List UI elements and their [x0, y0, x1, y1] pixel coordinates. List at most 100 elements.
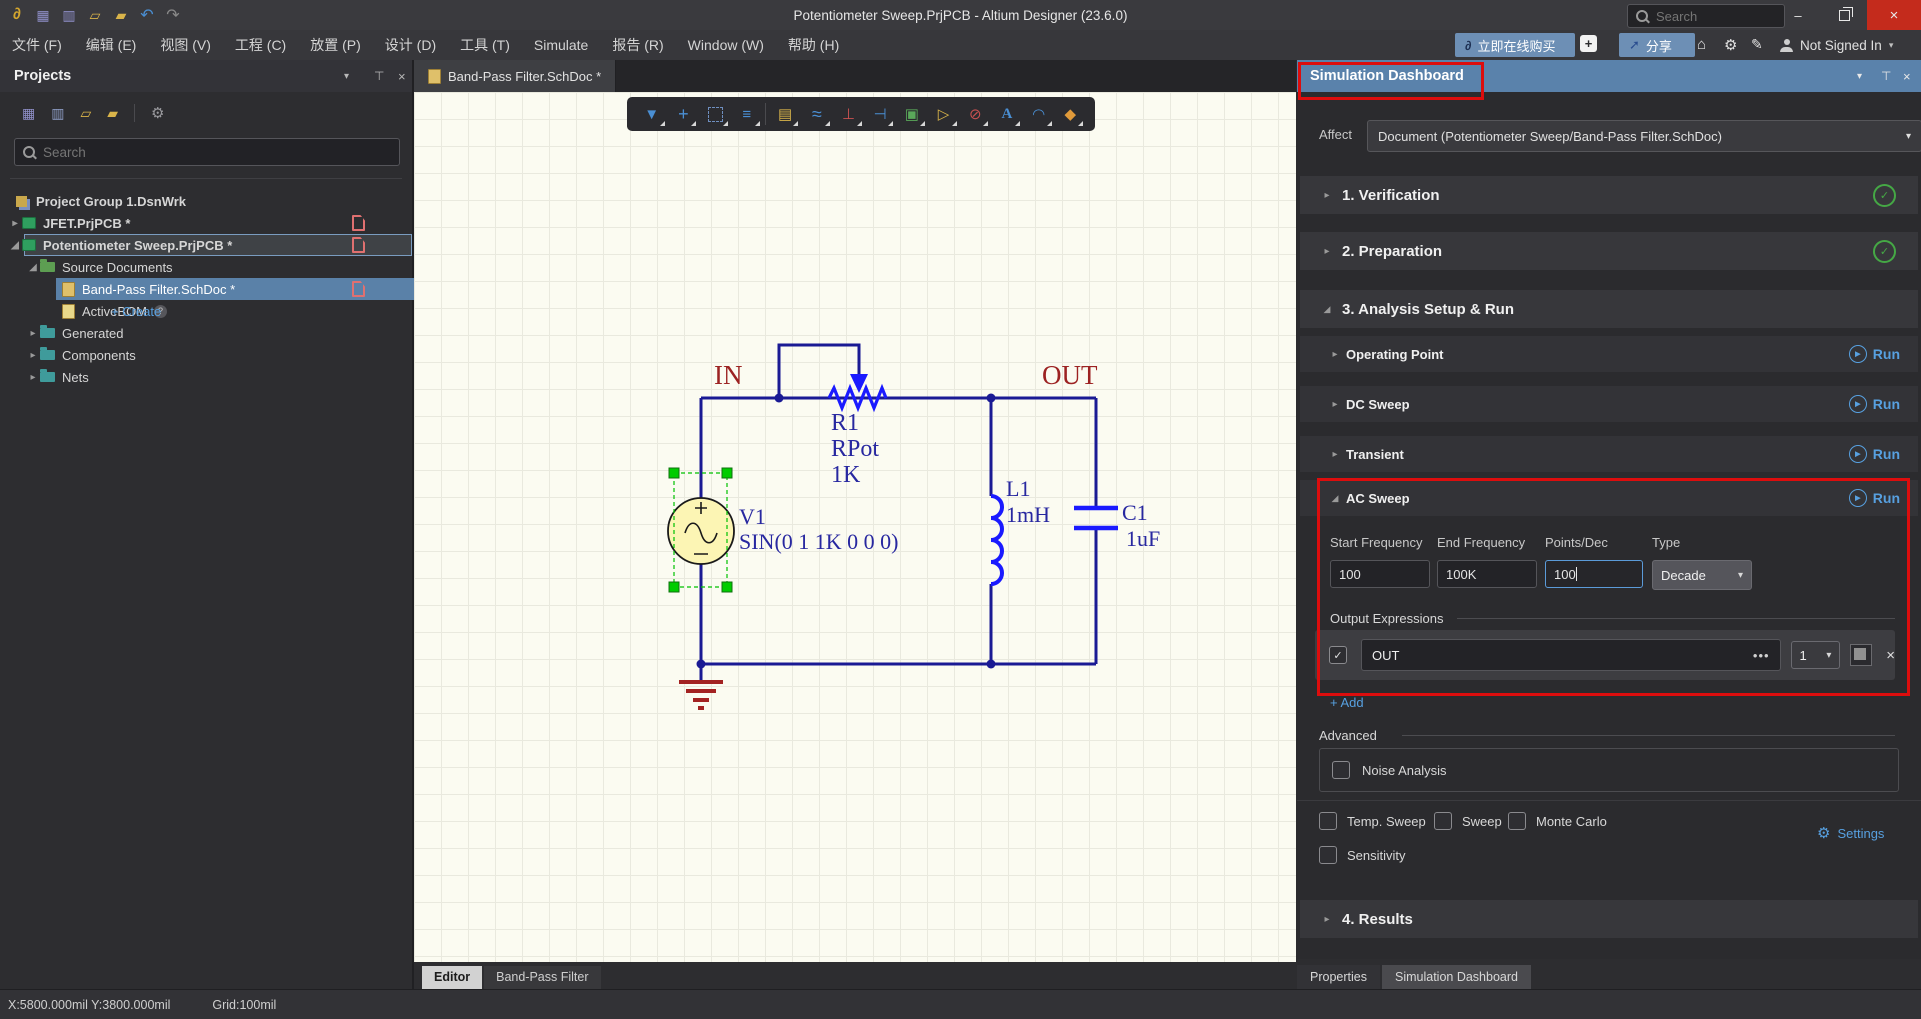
collapse-arrow-icon[interactable]: ◢ — [8, 240, 22, 251]
v1-designator[interactable]: V1 — [739, 504, 766, 530]
tab-properties[interactable]: Properties — [1297, 965, 1380, 989]
explore-folder-icon[interactable]: ▱ — [80, 105, 91, 122]
tree-item-jfet-project[interactable]: ▸ JFET.PrjPCB * — [0, 212, 418, 234]
settings-button[interactable]: ⚙ Settings — [1817, 824, 1884, 842]
run-dc-sweep-button[interactable]: ▶ Run — [1849, 395, 1900, 413]
run-transient-button[interactable]: ▶ Run — [1849, 445, 1900, 463]
end-frequency-input[interactable] — [1437, 560, 1537, 588]
menu-file[interactable]: 文件 (F) — [0, 30, 74, 60]
affect-dropdown[interactable]: Document (Potentiometer Sweep/Band-Pass … — [1367, 120, 1921, 152]
v1-value[interactable]: SIN(0 1 1K 0 0 0) — [739, 529, 899, 555]
tree-item-source-documents[interactable]: ◢ Source Documents — [0, 256, 436, 278]
net-label-out[interactable]: OUT — [1042, 360, 1098, 391]
global-search-input[interactable] — [1654, 8, 1758, 25]
r1-value[interactable]: 1K — [831, 462, 860, 489]
tree-item-nets[interactable]: ▸ Nets — [0, 366, 436, 388]
section-analysis-setup[interactable]: ◢ 3. Analysis Setup & Run — [1300, 290, 1918, 328]
menu-project[interactable]: 工程 (C) — [223, 30, 298, 60]
plot-number-dropdown[interactable]: 1 ▾ — [1791, 641, 1841, 669]
l1-value[interactable]: 1mH — [1006, 502, 1050, 528]
section-results[interactable]: ▸ 4. Results — [1300, 900, 1918, 938]
document-tab[interactable]: Band-Pass Filter.SchDoc * — [414, 60, 616, 92]
tab-band-pass-filter[interactable]: Band-Pass Filter — [484, 966, 600, 989]
save-all-icon[interactable]: ▥ — [56, 7, 82, 24]
component-c1-capacitor[interactable] — [1074, 508, 1118, 528]
expand-arrow-icon[interactable]: ▸ — [26, 372, 40, 383]
settings-gear-icon[interactable]: ⚙ — [1724, 36, 1737, 54]
tree-item-generated[interactable]: ▸ Generated — [0, 322, 436, 344]
projects-search-input[interactable] — [41, 144, 345, 161]
panel-close-icon[interactable]: × — [1903, 69, 1911, 84]
menu-design[interactable]: 设计 (D) — [373, 30, 448, 60]
restore-button[interactable] — [1821, 0, 1867, 30]
component-r1-potentiometer[interactable] — [829, 374, 886, 408]
comment-button[interactable]: + — [1580, 35, 1597, 52]
temp-sweep-checkbox[interactable] — [1319, 812, 1337, 830]
points-per-dec-input[interactable]: 100 — [1545, 560, 1643, 588]
undo-icon[interactable]: ↶ — [134, 5, 160, 25]
menu-edit[interactable]: 编辑 (E) — [74, 30, 149, 60]
home-icon[interactable]: ⌂ — [1697, 36, 1706, 53]
tab-simulation-dashboard[interactable]: Simulation Dashboard — [1382, 965, 1531, 989]
expand-arrow-icon[interactable]: ▸ — [26, 350, 40, 361]
tab-editor[interactable]: Editor — [422, 966, 482, 989]
open-document-icon[interactable]: ▰ — [108, 7, 134, 24]
expression-checkbox[interactable]: ✓ — [1329, 646, 1347, 664]
monte-carlo-checkbox[interactable] — [1508, 812, 1526, 830]
ground-symbol[interactable] — [679, 664, 723, 708]
save-project-icon[interactable]: ▦ — [22, 105, 35, 122]
panel-menu-chevron-icon[interactable]: ▾ — [1857, 71, 1862, 82]
panel-pin-icon[interactable]: ⊤ — [1881, 69, 1891, 83]
tree-item-bandpass-schdoc[interactable]: Band-Pass Filter.SchDoc * — [0, 278, 472, 300]
run-ac-sweep-button[interactable]: ▶ Run — [1849, 489, 1900, 507]
component-v1-source[interactable] — [668, 498, 734, 564]
global-search[interactable] — [1627, 4, 1785, 28]
noise-analysis-checkbox[interactable] — [1332, 761, 1350, 779]
menu-view[interactable]: 视图 (V) — [148, 30, 223, 60]
menu-tools[interactable]: 工具 (T) — [448, 30, 522, 60]
run-operating-point-button[interactable]: ▶ Run — [1849, 345, 1900, 363]
menu-window[interactable]: Window (W) — [676, 30, 776, 60]
compare-documents-icon[interactable]: ▥ — [51, 105, 64, 122]
menu-help[interactable]: 帮助 (H) — [776, 30, 851, 60]
analysis-operating-point[interactable]: ▸ Operating Point ▶ Run — [1300, 336, 1918, 372]
analysis-ac-sweep[interactable]: ◢ AC Sweep ▶ Run — [1300, 480, 1918, 516]
section-preparation[interactable]: ▸ 2. Preparation ✓ — [1300, 232, 1918, 270]
sensitivity-checkbox[interactable] — [1319, 846, 1337, 864]
start-frequency-input[interactable] — [1330, 560, 1430, 588]
customize-icon[interactable]: ✎ — [1751, 36, 1763, 53]
open-icon[interactable]: ▱ — [82, 7, 108, 24]
minimize-button[interactable]: – — [1775, 0, 1821, 30]
expand-arrow-icon[interactable]: ▸ — [8, 218, 22, 229]
sweep-checkbox[interactable] — [1434, 812, 1452, 830]
tree-item-project-group[interactable]: Project Group 1.DsnWrk — [0, 190, 426, 212]
type-dropdown[interactable]: Decade ▾ — [1652, 560, 1752, 590]
redo-icon[interactable]: ↷ — [160, 5, 186, 25]
component-l1-inductor[interactable] — [991, 496, 1002, 584]
panel-close-icon[interactable]: × — [398, 69, 406, 84]
l1-designator[interactable]: L1 — [1006, 476, 1030, 502]
save-icon[interactable]: ▦ — [30, 7, 56, 24]
ellipsis-button[interactable]: ••• — [1753, 648, 1770, 663]
color-swatch[interactable] — [1850, 644, 1872, 666]
create-link[interactable]: + Create — [111, 304, 161, 319]
buy-online-button[interactable]: ∂ 立即在线购买 — [1455, 33, 1575, 57]
remove-expression-icon[interactable]: × — [1886, 647, 1895, 664]
close-button[interactable]: × — [1867, 0, 1921, 30]
c1-designator[interactable]: C1 — [1122, 500, 1148, 526]
collapse-arrow-icon[interactable]: ◢ — [26, 262, 40, 273]
menu-place[interactable]: 放置 (P) — [298, 30, 373, 60]
panel-menu-chevron-icon[interactable]: ▾ — [344, 71, 349, 82]
expression-input[interactable]: OUT ••• — [1361, 639, 1781, 671]
tree-item-potentiometer-project[interactable]: ◢ Potentiometer Sweep.PrjPCB * — [0, 234, 418, 256]
menu-reports[interactable]: 报告 (R) — [600, 30, 675, 60]
share-button[interactable]: ➚ 分享 — [1619, 33, 1695, 57]
tree-item-activebom[interactable]: ActiveBOM ? + Create — [0, 300, 472, 322]
projects-settings-gear-icon[interactable]: ⚙ — [151, 104, 164, 122]
tree-item-components[interactable]: ▸ Components — [0, 344, 436, 366]
c1-value[interactable]: 1uF — [1126, 526, 1160, 552]
folder-settings-icon[interactable]: ▰ — [107, 105, 118, 122]
net-label-in[interactable]: IN — [714, 360, 743, 391]
expand-arrow-icon[interactable]: ▸ — [26, 328, 40, 339]
menu-simulate[interactable]: Simulate — [522, 30, 600, 60]
